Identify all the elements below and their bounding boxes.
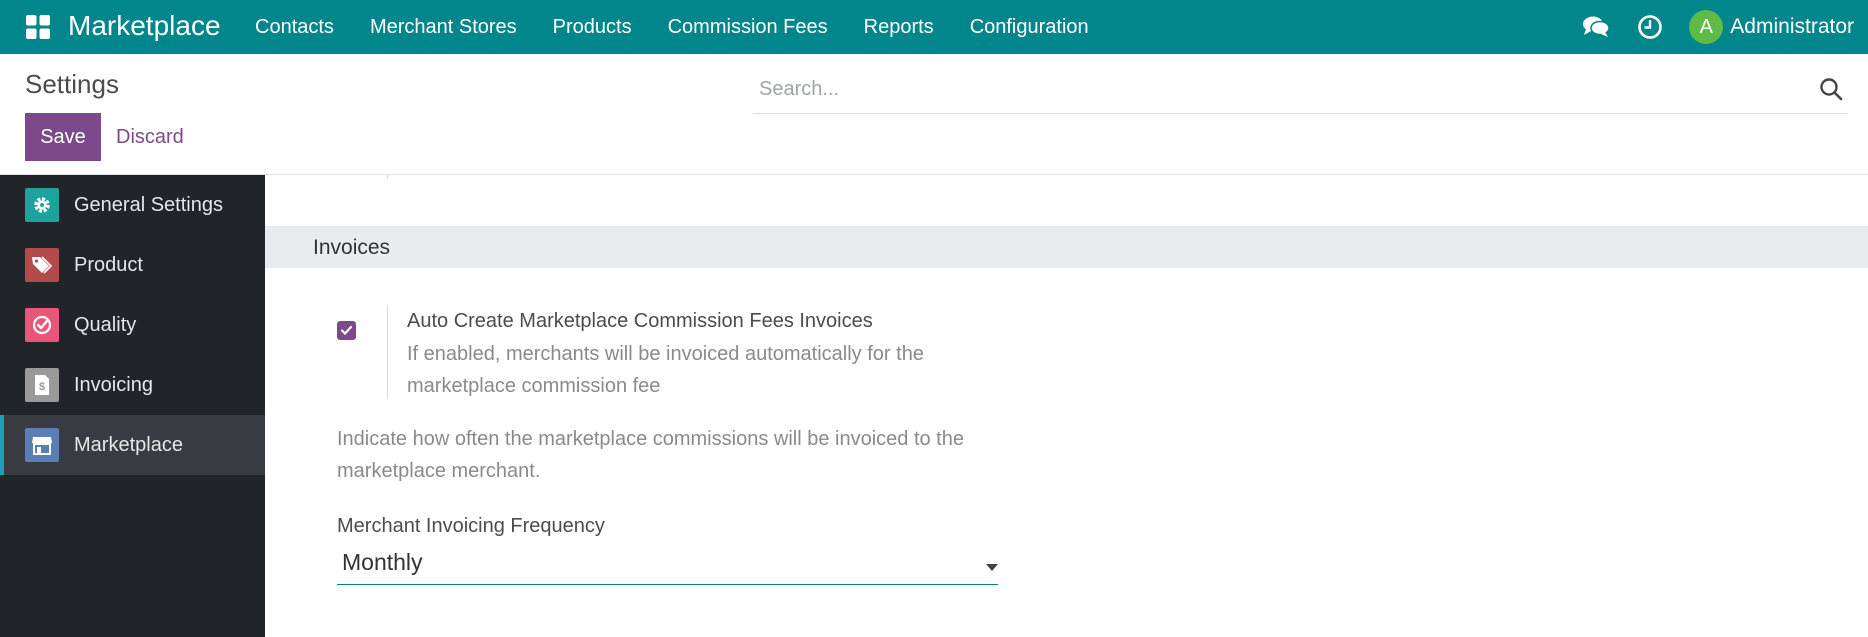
caret-down-icon	[986, 559, 998, 571]
frequency-select[interactable]: Monthly	[337, 541, 998, 585]
sidebar-item-label: General Settings	[74, 193, 223, 216]
menu-item-configuration[interactable]: Configuration	[970, 16, 1089, 39]
sidebar-item-marketplace[interactable]: Marketplace	[0, 415, 265, 475]
section-header: Invoices	[265, 226, 1868, 268]
search-bar	[753, 64, 1848, 114]
settings-sidebar: General Settings Product Quality $ Invoi…	[0, 175, 265, 637]
menu-item-products[interactable]: Products	[553, 16, 632, 39]
section-title: Invoices	[313, 236, 391, 259]
invoice-icon: $	[25, 368, 59, 402]
menu-item-merchant-stores[interactable]: Merchant Stores	[370, 16, 517, 39]
svg-text:$: $	[39, 381, 45, 393]
divider	[387, 175, 388, 179]
auto-invoice-checkbox[interactable]	[337, 321, 356, 340]
menu-item-commission-fees[interactable]: Commission Fees	[668, 16, 828, 39]
sidebar-item-general-settings[interactable]: General Settings	[0, 175, 265, 235]
save-button[interactable]: Save	[25, 113, 101, 161]
menu-item-contacts[interactable]: Contacts	[255, 16, 334, 39]
settings-content: Invoices Auto Create Marketplace Commiss…	[265, 175, 1868, 637]
sidebar-item-label: Quality	[74, 313, 137, 336]
sidebar-item-invoicing[interactable]: $ Invoicing	[0, 355, 265, 415]
clock-icon[interactable]	[1635, 12, 1665, 42]
user-name[interactable]: Administrator	[1730, 15, 1854, 39]
main-menu: Contacts Merchant Stores Products Commis…	[255, 0, 1125, 54]
avatar[interactable]: A	[1689, 10, 1724, 44]
chat-icon[interactable]	[1581, 12, 1611, 42]
navbar-systray: A Administrator	[1581, 0, 1854, 54]
check-badge-icon	[25, 308, 59, 342]
invoicing-frequency-info: Indicate how often the marketplace commi…	[337, 428, 964, 482]
discard-button[interactable]: Discard	[106, 113, 194, 161]
auto-invoice-title: Auto Create Marketplace Commission Fees …	[407, 310, 873, 332]
search-icon[interactable]	[1818, 76, 1844, 102]
control-panel: Settings Save Discard	[0, 54, 1868, 175]
store-icon	[25, 428, 59, 462]
frequency-value: Monthly	[342, 549, 423, 575]
app-brand[interactable]: Marketplace	[68, 0, 221, 54]
search-input[interactable]	[753, 64, 1793, 114]
page-title: Settings	[25, 69, 119, 99]
auto-invoice-description: If enabled, merchants will be invoiced a…	[407, 343, 924, 397]
apps-grid-icon[interactable]	[24, 13, 52, 41]
divider	[387, 305, 388, 399]
gear-icon	[25, 188, 59, 222]
sidebar-item-label: Invoicing	[74, 373, 153, 396]
sidebar-item-quality[interactable]: Quality	[0, 295, 265, 355]
sidebar-item-label: Marketplace	[74, 433, 183, 456]
menu-item-reports[interactable]: Reports	[864, 16, 934, 39]
frequency-label: Merchant Invoicing Frequency	[337, 515, 605, 537]
sidebar-item-product[interactable]: Product	[0, 235, 265, 295]
top-navbar: Marketplace Contacts Merchant Stores Pro…	[0, 0, 1868, 54]
sidebar-item-label: Product	[74, 253, 143, 276]
check-icon	[340, 325, 353, 336]
tags-icon	[25, 248, 59, 282]
